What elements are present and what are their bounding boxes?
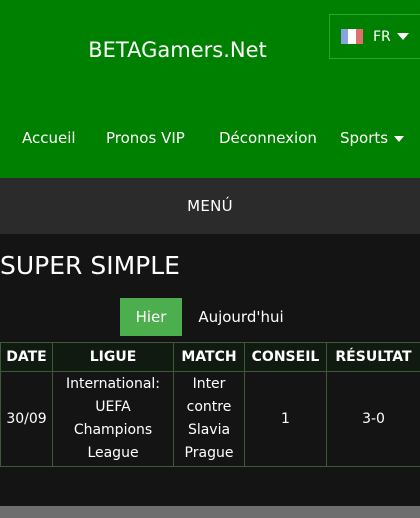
site-title[interactable]: BETAGamers.Net <box>0 38 355 62</box>
caret-down-icon <box>396 33 409 40</box>
cell-date: 30/09 <box>0 371 53 467</box>
nav-item-sports-label: Sports <box>340 129 389 147</box>
tab-aujourdhui[interactable]: Aujourd'hui <box>190 298 292 336</box>
nav-item-sports[interactable]: Sports <box>340 129 405 147</box>
column-header-conseil: CONSEIL <box>244 342 327 372</box>
column-header-ligue: LIGUE <box>52 342 174 372</box>
column-header-date: DATE <box>0 342 53 372</box>
nav-item-accueil[interactable]: Accueil <box>22 129 76 147</box>
tab-hier[interactable]: Hier <box>120 298 182 336</box>
cell-resultat: 3-0 <box>326 371 420 467</box>
cell-ligue: International: UEFA Champions League <box>52 371 174 467</box>
language-selector[interactable]: FR <box>329 14 420 59</box>
footer-divider <box>0 506 420 518</box>
menu-toggle-label: MENÚ <box>187 197 233 215</box>
column-header-resultat: RÉSULTAT <box>326 342 420 372</box>
french-flag-icon <box>341 29 363 44</box>
cell-conseil: 1 <box>244 371 327 467</box>
caret-down-icon <box>394 135 405 142</box>
language-label: FR <box>373 28 391 45</box>
table-header-row: DATE LIGUE MATCH CONSEIL RÉSULTAT <box>0 342 420 372</box>
nav-item-deconnexion[interactable]: Déconnexion <box>219 129 317 147</box>
site-header: BETAGamers.Net FR Accueil Pronos VIP Déc… <box>0 0 420 178</box>
cell-match: Inter contre Slavia Prague <box>173 371 245 467</box>
menu-toggle[interactable]: MENÚ <box>0 178 420 234</box>
table-row: 30/09 International: UEFA Champions Leag… <box>0 371 420 467</box>
predictions-table: DATE LIGUE MATCH CONSEIL RÉSULTAT 30/09 … <box>0 342 420 467</box>
nav-item-pronos-vip[interactable]: Pronos VIP <box>106 129 185 147</box>
column-header-match: MATCH <box>173 342 245 372</box>
page-title: SUPER SIMPLE <box>0 251 180 280</box>
